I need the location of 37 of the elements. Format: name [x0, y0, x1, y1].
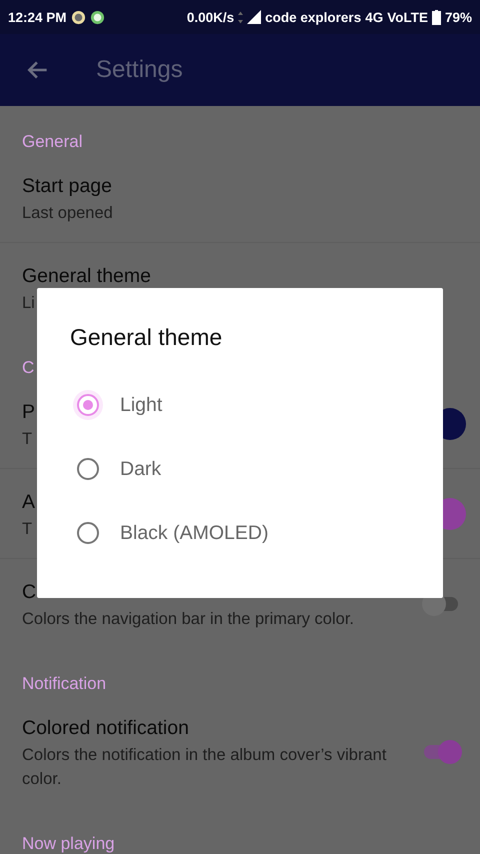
setting-title: Colored notification: [22, 716, 189, 741]
setting-summary: Colors the notification in the album cover’s vibrant color.: [22, 745, 387, 790]
screen-title: Settings: [96, 56, 183, 84]
setting-title: A: [22, 490, 36, 515]
setting-summary: Last opened: [22, 203, 113, 224]
option-label[interactable]: Light: [120, 394, 162, 416]
radio-button[interactable]: [77, 522, 99, 544]
setting-title: P: [22, 400, 36, 425]
chat-notification-icon: [90, 10, 105, 24]
option-label[interactable]: Dark: [120, 458, 162, 480]
network-type: 4G: [365, 10, 384, 24]
radio-button[interactable]: [77, 458, 99, 480]
setting-title: Start page: [22, 174, 112, 199]
volte-label: VoLTE: [387, 10, 428, 24]
signal-icon: [247, 10, 262, 24]
settings-item[interactable]: Start page Last opened: [0, 153, 480, 243]
setting-summary: Li: [22, 293, 35, 314]
toggle-switch[interactable]: [422, 740, 462, 764]
settings-item[interactable]: Colored notification Colors the notification in the album cover’s vibrant color.: [0, 695, 480, 808]
battery-icon: [432, 10, 441, 24]
battery-level: 79%: [444, 10, 472, 24]
carrier-name: code explorers: [265, 10, 362, 24]
option-label[interactable]: Black (AMOLED): [120, 522, 268, 544]
section-header: Now playing: [21, 833, 116, 854]
setting-summary: Colors the navigation bar in the primary color.: [22, 609, 354, 630]
section-header: Notification: [21, 673, 108, 695]
data-arrows-icon: [238, 10, 244, 24]
setting-title: C: [22, 580, 36, 605]
setting-title: General theme: [22, 264, 151, 289]
clock: 12:24 PM: [8, 10, 67, 24]
dialog-title: General theme: [70, 324, 224, 351]
setting-summary: T: [22, 519, 32, 540]
app-notification-icon: [70, 10, 86, 24]
setting-summary: T: [22, 429, 32, 450]
section-header: General: [21, 131, 84, 153]
section-header: C: [21, 357, 36, 379]
network-speed: 0.00K/s: [186, 10, 234, 24]
